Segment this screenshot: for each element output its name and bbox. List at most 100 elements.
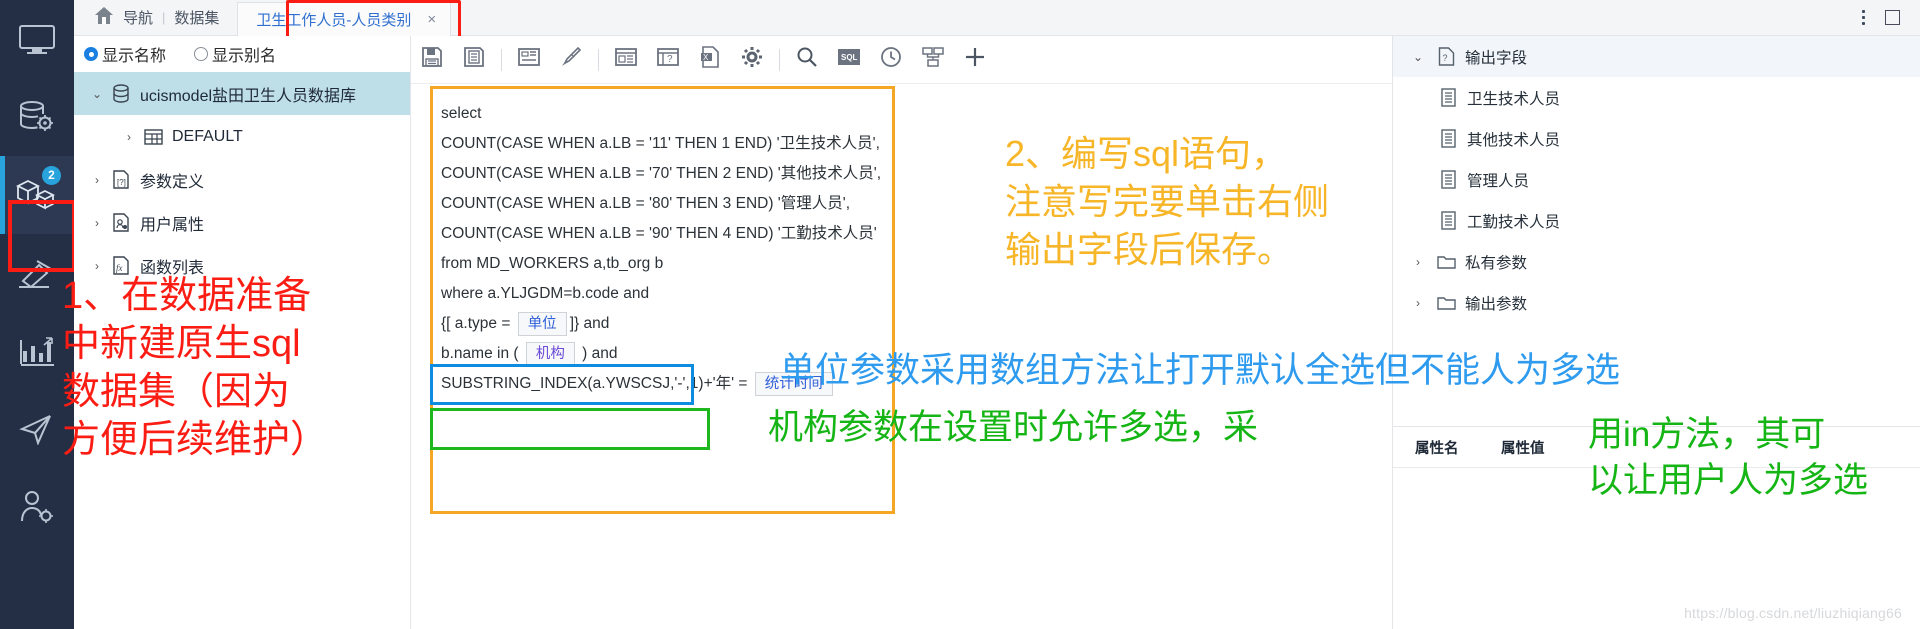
watermark: https://blog.csdn.net/liuzhiqiang66 — [1684, 605, 1902, 621]
export-excel-button[interactable]: X — [689, 38, 731, 82]
rail-item-publish[interactable] — [0, 390, 74, 468]
rail-item-user-settings[interactable] — [0, 468, 74, 546]
home-icon[interactable] — [94, 6, 114, 29]
sql-line-org-param: b.name in ( 机构 ) and — [441, 339, 892, 369]
radio-show-name[interactable]: 显示名称 — [84, 42, 166, 66]
rail-item-datasets[interactable]: 2 — [0, 156, 74, 234]
rail-item-monitor[interactable] — [0, 0, 74, 78]
svg-text:[?]: [?] — [117, 178, 126, 187]
chevron-right-icon[interactable]: › — [1405, 255, 1431, 269]
output-field-row[interactable]: 其他技术人员 — [1393, 118, 1920, 159]
folder-icon — [1431, 295, 1461, 311]
relation-button[interactable] — [912, 38, 954, 82]
chevron-right-icon[interactable]: › — [118, 130, 140, 144]
tab-dataset-editor[interactable]: 卫生工作人员-人员类别 × — [237, 1, 452, 37]
svg-text:fx: fx — [116, 263, 123, 273]
chevron-down-icon[interactable]: ⌄ — [1405, 50, 1431, 64]
property-table-header: 属性名 属性值 — [1393, 427, 1920, 468]
rail-item-modeling[interactable] — [0, 234, 74, 312]
sql-line: where a.YLJGDM=b.code and — [441, 285, 650, 302]
sql-line-time-param: SUBSTRING_INDEX(a.YWSCSJ,'-',1)+'年' = 统计… — [441, 369, 892, 399]
tree-node-function-list-label: 函数列表 — [140, 259, 205, 277]
layout-button[interactable] — [508, 38, 550, 82]
svg-text:?: ? — [667, 54, 673, 65]
sql-icon: SQL — [837, 48, 861, 71]
settings-button[interactable] — [731, 38, 773, 82]
chevron-right-icon[interactable]: › — [86, 259, 108, 273]
question-panel-icon: ? — [657, 47, 679, 72]
form-button[interactable] — [605, 38, 647, 82]
maximize-icon[interactable] — [1885, 10, 1900, 25]
sql-line: from MD_WORKERS a,tb_org b — [441, 255, 664, 272]
save-as-button[interactable] — [453, 38, 495, 82]
folder-icon — [1431, 254, 1461, 270]
output-params-row[interactable]: › 输出参数 — [1393, 282, 1920, 323]
output-fields-header[interactable]: ⌄ ? 输出字段 — [1393, 36, 1920, 77]
output-field-label: 工勤技术人员 — [1467, 213, 1561, 231]
save-button[interactable] — [411, 38, 453, 82]
chevron-right-icon[interactable]: › — [86, 216, 108, 230]
output-field-label: 其他技术人员 — [1467, 131, 1561, 149]
clock-icon — [880, 46, 902, 73]
tree-node-user-attr[interactable]: › 用户属性 — [74, 201, 410, 244]
search-button[interactable] — [786, 38, 828, 82]
breadcrumb-separator: | — [162, 10, 166, 25]
dataset-tree-pane: 显示名称 显示别名 ⌄ ucismodel盐田卫生人员数据库 › DEFAULT… — [74, 36, 411, 629]
help-panel-button[interactable]: ? — [647, 38, 689, 82]
user-gear-icon — [18, 490, 56, 524]
monitor-icon — [18, 23, 56, 55]
sql-button[interactable]: SQL — [828, 38, 870, 82]
layout-icon — [518, 47, 540, 72]
private-params-label: 私有参数 — [1465, 254, 1528, 272]
sql-line-unit-param: {[ a.type = 单位]} and — [441, 309, 892, 339]
sql-line: COUNT(CASE WHEN a.LB = '70' THEN 2 END) … — [441, 165, 882, 182]
output-field-row[interactable]: 管理人员 — [1393, 159, 1920, 200]
form-icon — [615, 47, 637, 72]
tree-node-default[interactable]: › DEFAULT — [74, 115, 410, 158]
excel-export-icon: X — [699, 46, 721, 73]
table-icon — [140, 128, 166, 146]
sql-editor[interactable]: select COUNT(CASE WHEN a.LB = '11' THEN … — [430, 86, 895, 514]
tab-label: 卫生工作人员-人员类别 — [256, 12, 412, 29]
time-param-chip[interactable]: 统计时间 — [754, 372, 833, 396]
breadcrumb-home-label[interactable]: 导航 — [123, 7, 153, 28]
property-value-column-header: 属性值 — [1501, 440, 1545, 457]
property-name-column-header: 属性名 — [1415, 440, 1459, 457]
chevron-right-icon[interactable]: › — [1405, 296, 1431, 310]
breadcrumb-section-label[interactable]: 数据集 — [174, 7, 219, 28]
sql-line: COUNT(CASE WHEN a.LB = '80' THEN 3 END) … — [441, 195, 851, 212]
property-table: 属性名 属性值 — [1393, 426, 1920, 468]
chevron-right-icon[interactable]: › — [86, 173, 108, 187]
history-button[interactable] — [870, 38, 912, 82]
user-doc-icon — [108, 213, 134, 232]
bar-chart-icon — [18, 335, 56, 367]
output-field-icon: ? — [1431, 47, 1461, 66]
database-icon — [108, 84, 134, 103]
radio-show-name-label: 显示名称 — [102, 48, 167, 65]
clear-format-button[interactable] — [550, 38, 592, 82]
kebab-menu-icon[interactable] — [1862, 10, 1865, 25]
output-field-label: 管理人员 — [1467, 172, 1530, 190]
output-field-row[interactable]: 工勤技术人员 — [1393, 200, 1920, 241]
svg-text:?: ? — [1442, 53, 1447, 63]
unit-param-chip[interactable]: 单位 — [517, 312, 567, 336]
search-icon — [796, 46, 818, 73]
tree-node-database[interactable]: ⌄ ucismodel盐田卫生人员数据库 — [74, 72, 410, 115]
output-field-row[interactable]: 卫生技术人员 — [1393, 77, 1920, 118]
rail-item-database-config[interactable] — [0, 78, 74, 156]
tree-node-param-def[interactable]: › [?] 参数定义 — [74, 158, 410, 201]
brush-icon — [560, 46, 582, 73]
tree-node-function-list[interactable]: › fx 函数列表 — [74, 244, 410, 287]
gear-icon — [741, 46, 763, 73]
radio-show-alias-label: 显示别名 — [212, 48, 277, 65]
org-param-chip[interactable]: 机构 — [525, 342, 575, 366]
add-button[interactable] — [954, 38, 996, 82]
radio-show-alias[interactable]: 显示别名 — [194, 42, 276, 66]
chevron-down-icon[interactable]: ⌄ — [86, 87, 108, 101]
close-icon[interactable]: × — [427, 11, 436, 28]
tree-node-user-attr-label: 用户属性 — [140, 216, 205, 234]
rail-item-charts[interactable] — [0, 312, 74, 390]
private-params-row[interactable]: › 私有参数 — [1393, 241, 1920, 282]
tree-node-param-def-label: 参数定义 — [140, 173, 205, 191]
radio-dot-unselected — [194, 47, 209, 61]
